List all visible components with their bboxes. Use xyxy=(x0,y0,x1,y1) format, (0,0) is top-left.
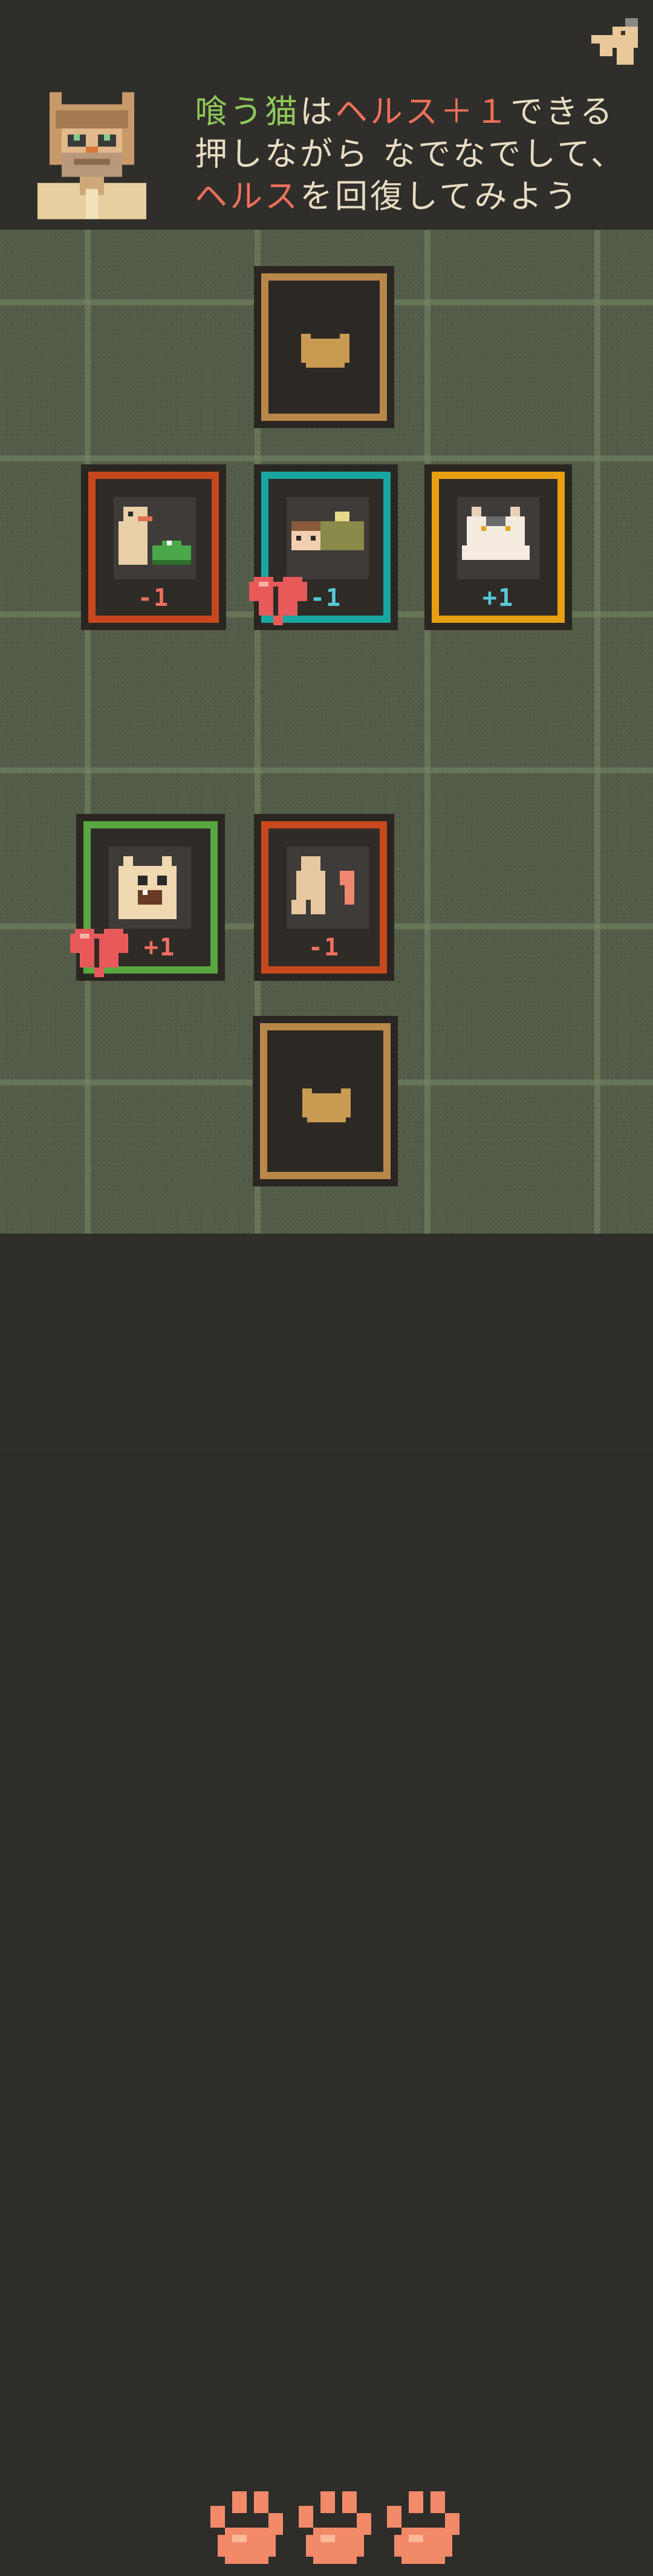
cat-paw-menu-icon[interactable] xyxy=(591,18,642,69)
lives-bar xyxy=(0,1234,653,2564)
card-dog-croc[interactable]: -1 xyxy=(81,464,226,630)
card-white-cat[interactable]: +1 xyxy=(424,464,572,630)
keyword-eating-cat: 喰う猫 xyxy=(195,93,300,131)
lives-paws xyxy=(203,2491,469,2576)
paw-print-icon xyxy=(380,2491,460,2571)
card-portrait-eating-cat xyxy=(109,847,191,929)
dialogue-line-1: 喰う猫はヘルス＋１できる xyxy=(195,91,618,133)
broken-heart-icon xyxy=(70,928,128,978)
card-value: -1 xyxy=(137,584,170,612)
dialogue-text: 喰う猫はヘルス＋１できる 押しながら なでなでして、 ヘルスを回復してみよう xyxy=(195,91,626,218)
card-value: -1 xyxy=(308,934,340,961)
hidden-card-top[interactable] xyxy=(254,266,394,428)
keyword-health: ヘルス＋１ xyxy=(335,93,510,131)
card-portrait-white-cat xyxy=(457,497,539,579)
dialogue-text-segment: を回復してみよう xyxy=(300,177,580,215)
cat-head-icon xyxy=(301,334,349,368)
keyword-health: ヘルス xyxy=(195,177,300,215)
card-portrait-kicking-cat xyxy=(287,847,369,929)
cat-head-icon xyxy=(302,1088,351,1122)
card-kicking-cat[interactable]: -1 xyxy=(254,814,394,981)
dialogue-line-3: ヘルスを回復してみよう xyxy=(195,175,618,218)
dialogue-line-2: 押しながら なでなでして、 xyxy=(195,135,626,173)
paw-print-icon xyxy=(203,2491,283,2571)
narrator-avatar xyxy=(37,91,171,221)
dialogue-text-segment: できる xyxy=(510,93,615,131)
dialogue-text-segment: は xyxy=(300,93,335,131)
hidden-card-bottom[interactable] xyxy=(253,1016,398,1186)
dialogue-bar: 喰う猫はヘルス＋１できる 押しながら なでなでして、 ヘルスを回復してみよう xyxy=(0,0,653,230)
broken-heart-icon xyxy=(249,576,307,626)
card-portrait-sleeping-girl xyxy=(287,497,369,579)
card-value: +1 xyxy=(482,584,515,612)
paw-print-icon xyxy=(291,2491,371,2571)
card-portrait-dog-croc xyxy=(114,497,196,579)
